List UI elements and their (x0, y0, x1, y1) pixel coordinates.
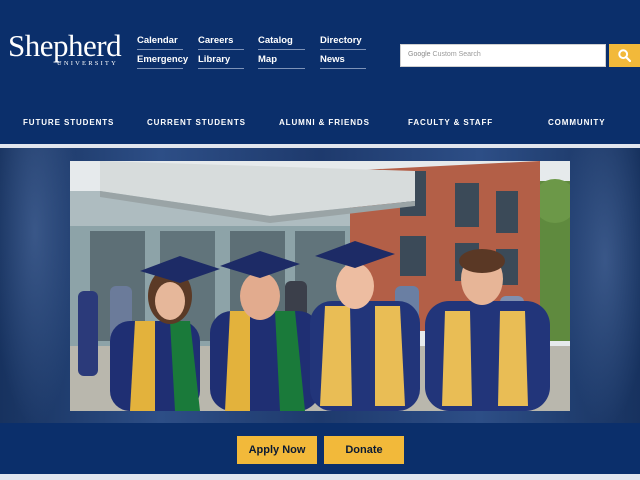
site-header: Shepherd UNIVERSITY Calendar Careers Cat… (0, 0, 640, 145)
nav-community[interactable]: COMMUNITY (548, 118, 605, 127)
footer-divider (0, 474, 640, 480)
hero-banner (0, 148, 640, 428)
logo-wordmark: Shepherd (8, 28, 122, 63)
search-placeholder: Google Custom Search (408, 51, 481, 58)
action-bar (0, 423, 640, 480)
nav-future-students[interactable]: FUTURE STUDENTS (23, 118, 114, 127)
nav-current-students[interactable]: CURRENT STUDENTS (147, 118, 246, 127)
quick-link-calendar[interactable]: Calendar (137, 35, 183, 50)
graduates-photo (70, 161, 570, 411)
quick-link-catalog[interactable]: Catalog (258, 35, 305, 50)
shepherd-university-logo[interactable]: Shepherd UNIVERSITY (8, 28, 122, 70)
quick-link-careers[interactable]: Careers (198, 35, 244, 50)
nav-alumni-friends[interactable]: ALUMNI & FRIENDS (279, 118, 370, 127)
quick-link-library[interactable]: Library (198, 54, 244, 69)
search-input[interactable]: Google Custom Search (400, 44, 606, 67)
search-placeholder-text: Custom Search (432, 51, 481, 58)
search-icon (618, 49, 631, 62)
donate-button[interactable]: Donate (324, 436, 404, 464)
hero-backdrop-left (0, 148, 80, 428)
graduates-illustration (70, 161, 570, 411)
hero-backdrop-right (560, 148, 640, 428)
quick-link-emergency[interactable]: Emergency (137, 54, 188, 69)
quick-link-directory[interactable]: Directory (320, 35, 366, 50)
search-button[interactable] (609, 44, 640, 67)
quick-link-map[interactable]: Map (258, 54, 305, 69)
quick-link-news[interactable]: News (320, 54, 366, 69)
nav-faculty-staff[interactable]: FACULTY & STAFF (408, 118, 493, 127)
apply-now-button[interactable]: Apply Now (237, 436, 317, 464)
search-brand: Google (408, 51, 431, 58)
logo-subtitle: UNIVERSITY (57, 60, 118, 67)
